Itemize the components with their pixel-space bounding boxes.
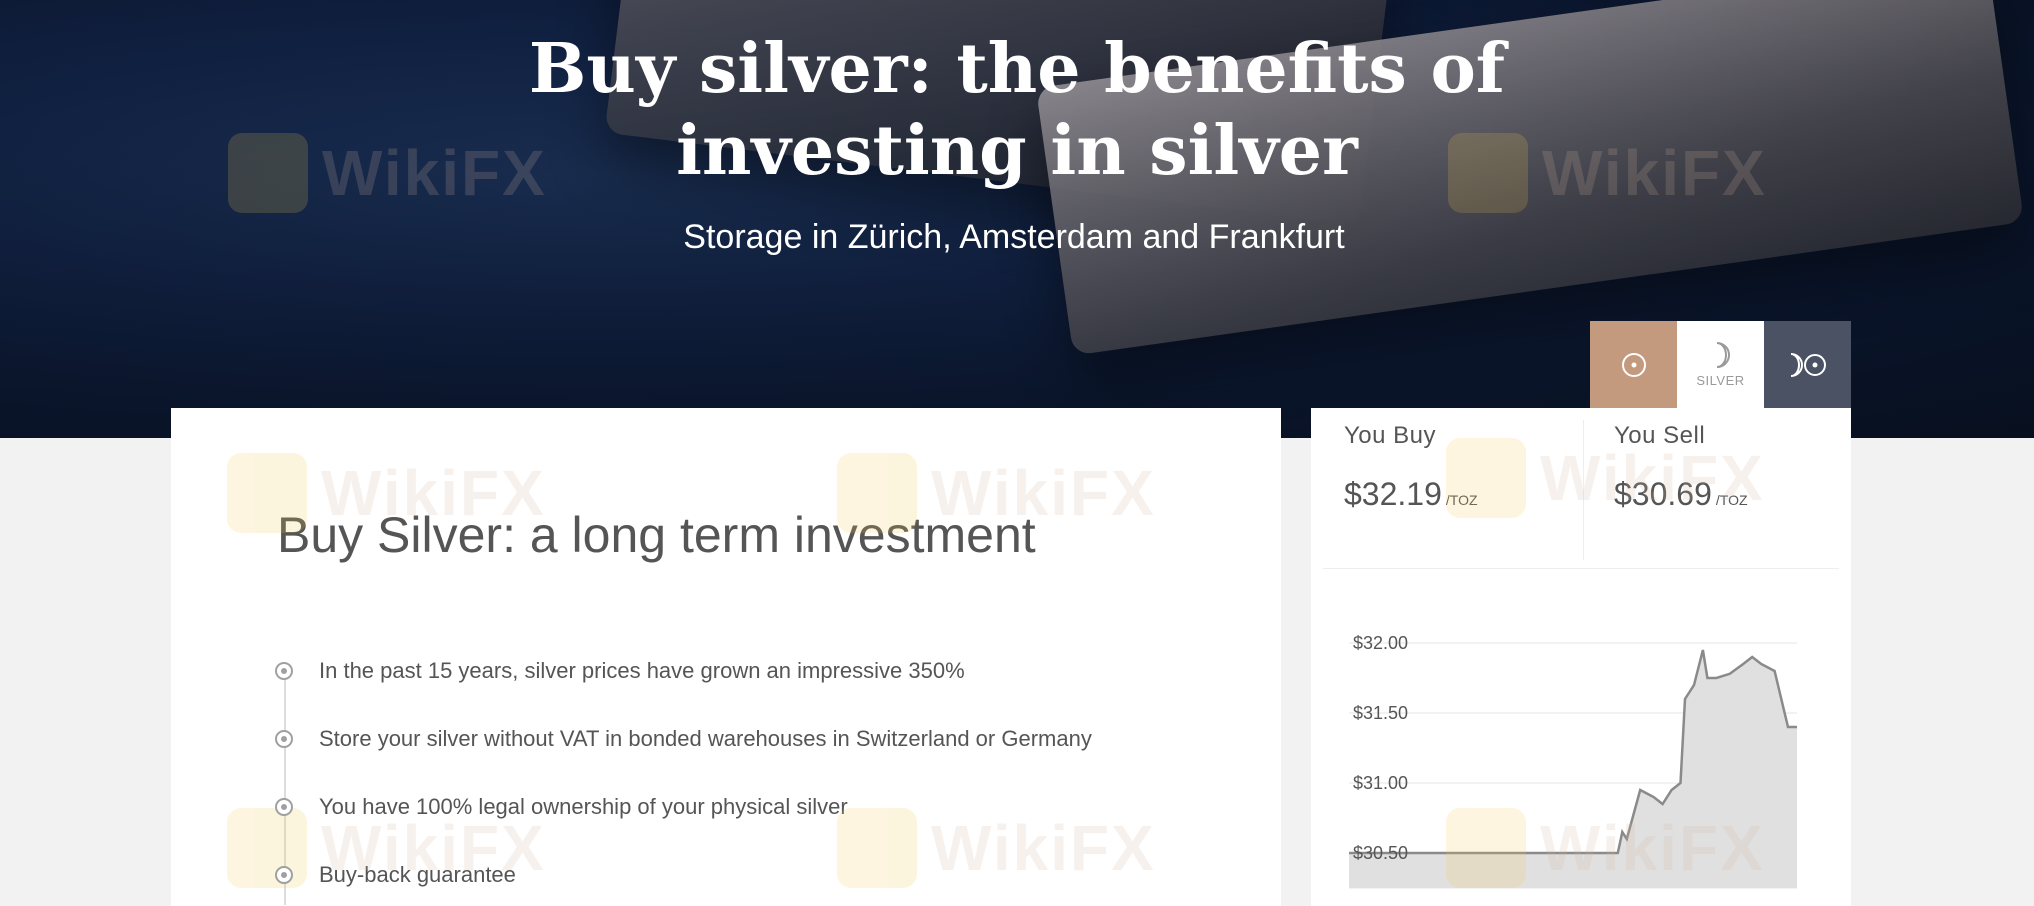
y-tick-label: $32.00 <box>1353 633 1408 653</box>
moon-icon <box>1716 342 1730 368</box>
list-item: Buy-back guarantee <box>275 862 516 888</box>
watermark: WikiFX <box>837 808 1156 888</box>
sell-value: $30.69/TOZ <box>1614 476 1748 512</box>
y-tick-label: $30.50 <box>1353 843 1408 863</box>
sun-circle-icon <box>1621 352 1646 377</box>
wikifx-logo-icon <box>837 808 917 888</box>
benefits-card: Buy Silver: a long term investment In th… <box>171 408 1281 906</box>
y-tick-label: $31.00 <box>1353 773 1408 793</box>
bullet-icon <box>275 866 293 884</box>
bullet-icon <box>275 798 293 816</box>
sell-label: You Sell <box>1614 422 1706 449</box>
price-separator <box>1323 568 1839 569</box>
price-divider <box>1583 420 1584 560</box>
hero-title: Buy silver: the benefits of investing in… <box>528 29 1506 191</box>
section-heading: Buy Silver: a long term investment <box>277 507 1036 563</box>
list-item: In the past 15 years, silver prices have… <box>275 658 965 684</box>
tab-gold[interactable] <box>1590 321 1677 408</box>
y-tick-label: $31.50 <box>1353 703 1408 723</box>
buy-value: $32.19/TOZ <box>1344 476 1478 512</box>
hero-subtitle: Storage in Zürich, Amsterdam and Frankfu… <box>683 218 1345 256</box>
price-chart[interactable]: $32.00 $31.50 $31.00 $30.50 <box>1311 598 1851 906</box>
tab-silver[interactable]: SILVER <box>1677 321 1764 408</box>
tab-silver-label: SILVER <box>1696 373 1745 388</box>
buy-label: You Buy <box>1344 422 1437 449</box>
list-item: Store your silver without VAT in bonded … <box>275 726 1092 752</box>
metal-selector: SILVER <box>1590 321 1851 408</box>
price-card: You Buy $32.19/TOZ You Sell $30.69/TOZ $… <box>1311 408 1851 906</box>
moon-sun-icon <box>1790 352 1826 377</box>
bullet-icon <box>275 730 293 748</box>
bullet-icon <box>275 662 293 680</box>
tab-gold-and-silver[interactable] <box>1764 321 1851 408</box>
list-item: You have 100% legal ownership of your ph… <box>275 794 848 820</box>
